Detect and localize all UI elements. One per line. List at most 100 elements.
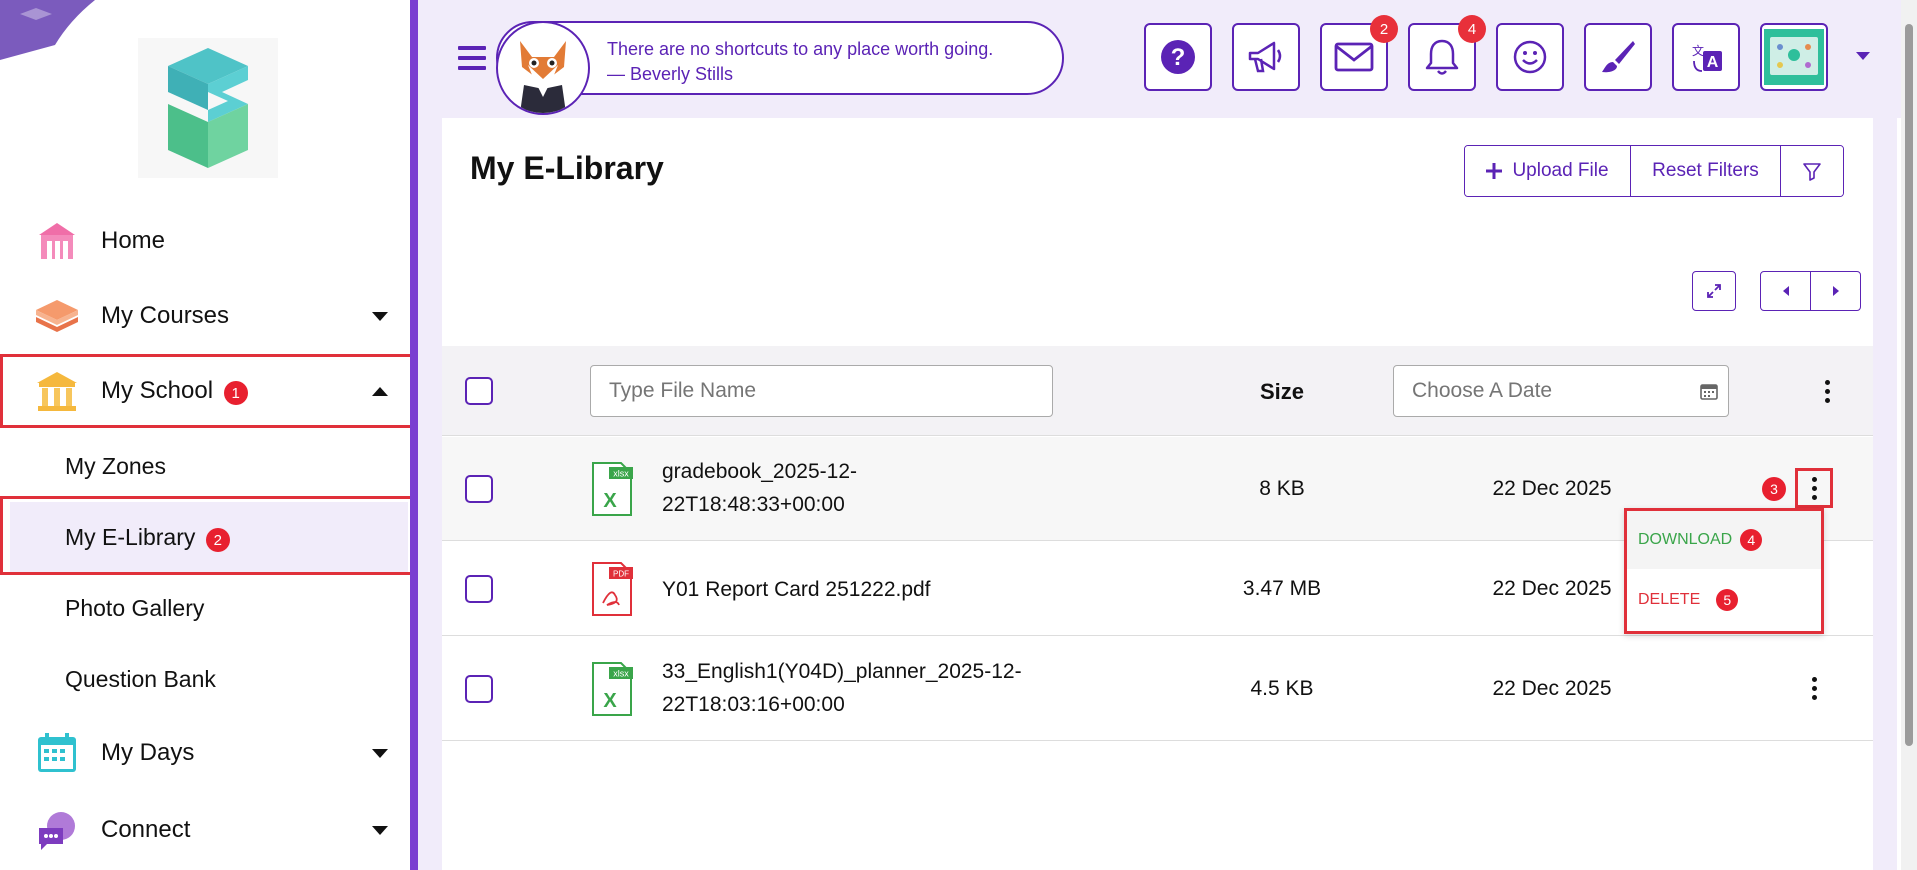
translate-icon: 文A — [1692, 43, 1722, 72]
step-badge: 5 — [1716, 589, 1739, 611]
previous-page-button[interactable] — [1760, 271, 1811, 311]
sidebar-item-photo-gallery[interactable]: Photo Gallery — [10, 572, 408, 644]
download-label: DOWNLOAD — [1638, 531, 1733, 548]
file-name-line: gradebook_2025-12- — [662, 460, 857, 483]
chevron-down-icon — [372, 311, 388, 321]
file-size: 3.47 MB — [1242, 577, 1322, 600]
file-name-line: 22T18:03:16+00:00 — [662, 693, 845, 716]
sidebar-item-my-school[interactable]: My School 1 — [0, 354, 410, 428]
sidebar: Home My Courses My School 1 My Zones My … — [0, 0, 418, 870]
file-name: 33_English1(Y04D)_planner_2025-12- 22T18… — [662, 655, 1022, 721]
svg-text:?: ? — [1171, 44, 1186, 71]
file-name-line: 33_English1(Y04D)_planner_2025-12- — [662, 660, 1022, 683]
sidebar-item-connect[interactable]: Connect — [0, 793, 410, 867]
notifications-button[interactable]: 4 — [1408, 15, 1486, 91]
date-filter — [1393, 365, 1729, 417]
file-date: 22 Dec 2025 — [1492, 677, 1612, 700]
profile-thumbnail-icon — [1764, 29, 1824, 85]
sidebar-item-text: My School — [101, 376, 214, 404]
sidebar-item-label: My Zones — [65, 452, 166, 479]
file-name-line: 22T18:48:33+00:00 — [662, 493, 845, 516]
quote-text: There are no shortcuts to any place wort… — [607, 37, 993, 87]
quote-banner: There are no shortcuts to any place wort… — [496, 21, 1064, 115]
sidebar-item-label: Connect — [101, 816, 191, 843]
top-bar: There are no shortcuts to any place wort… — [418, 0, 1917, 118]
sidebar-item-label: My Days — [101, 739, 195, 766]
svg-text:X: X — [603, 690, 617, 712]
sidebar-item-my-courses[interactable]: My Courses — [0, 279, 410, 353]
e-library-panel: My E-Library Upload File Reset Filters S… — [442, 118, 1873, 870]
file-date: 22 Dec 2025 — [1492, 477, 1612, 500]
sidebar-item-my-days[interactable]: My Days — [0, 716, 410, 790]
profile-dropdown-icon[interactable] — [1856, 52, 1870, 60]
chevron-left-icon — [1782, 286, 1789, 296]
sidebar-item-label: My Courses — [101, 302, 230, 329]
header-more-options-icon[interactable] — [1812, 373, 1842, 409]
next-page-button[interactable] — [1810, 271, 1861, 311]
sidebar-item-label: Home — [101, 227, 166, 254]
upload-file-button[interactable]: Upload File — [1465, 146, 1631, 196]
file-name: gradebook_2025-12- 22T18:48:33+00:00 — [662, 455, 857, 521]
delete-menu-item[interactable]: DELETE 5 — [1627, 571, 1821, 629]
theme-button[interactable] — [1584, 23, 1652, 91]
excel-file-icon: xlsx X — [592, 662, 633, 716]
file-type-label: xlsx — [613, 669, 629, 679]
sidebar-item-my-zones[interactable]: My Zones — [10, 430, 408, 502]
chat-bubbles-icon — [34, 807, 80, 853]
scrollbar-thumb[interactable] — [1905, 24, 1913, 746]
sidebar-item-my-e-library[interactable]: My E-Library 2 — [10, 502, 408, 574]
chevron-down-icon — [372, 748, 388, 758]
fullscreen-button[interactable] — [1692, 271, 1736, 311]
school-building-icon — [34, 218, 80, 264]
sidebar-item-question-bank[interactable]: Question Bank — [10, 643, 408, 715]
action-button-group: Upload File Reset Filters — [1464, 145, 1844, 197]
reset-filters-button[interactable]: Reset Filters — [1631, 146, 1781, 196]
filter-button[interactable] — [1781, 146, 1843, 196]
svg-text:X: X — [603, 490, 617, 512]
calendar-icon[interactable] — [1699, 381, 1719, 401]
download-menu-item[interactable]: DOWNLOAD 4 — [1627, 511, 1821, 569]
table-row[interactable]: xlsx X 33_English1(Y04D)_planner_2025-12… — [442, 637, 1873, 741]
question-circle-icon: ? — [1161, 40, 1195, 74]
row-actions-dropdown: DOWNLOAD 4 DELETE 5 — [1624, 508, 1824, 634]
step-badge: 1 — [223, 381, 248, 406]
school-logo — [138, 38, 278, 178]
language-button[interactable]: 文A — [1672, 23, 1740, 91]
corner-cap-icon — [0, 0, 95, 60]
step-badge: 3 — [1762, 477, 1786, 501]
file-size: 8 KB — [1259, 477, 1305, 500]
date-picker-input[interactable] — [1393, 365, 1729, 417]
file-type-label: PDF — [613, 570, 629, 579]
sidebar-item-home[interactable]: Home — [0, 204, 410, 278]
calendar-icon — [34, 730, 80, 776]
file-name-search-input[interactable] — [590, 365, 1053, 417]
megaphone-icon — [1248, 41, 1282, 73]
row-checkbox[interactable] — [465, 675, 493, 703]
mood-button[interactable] — [1496, 23, 1564, 91]
hamburger-menu-icon[interactable] — [458, 46, 486, 70]
step-badge: 4 — [1740, 529, 1763, 551]
pdf-file-icon: PDF — [592, 562, 633, 616]
row-more-options-icon[interactable] — [1799, 470, 1829, 506]
page-scrollbar[interactable] — [1901, 0, 1917, 870]
books-icon — [34, 293, 80, 339]
row-checkbox[interactable] — [465, 575, 493, 603]
notifications-count-badge: 4 — [1458, 15, 1486, 43]
sidebar-item-label: Question Bank — [65, 665, 216, 692]
file-name: Y01 Report Card 251222.pdf — [662, 578, 931, 601]
table-header: Size — [442, 346, 1873, 436]
profile-button[interactable] — [1760, 23, 1828, 91]
funnel-icon — [1803, 163, 1821, 181]
reset-filters-label: Reset Filters — [1652, 160, 1759, 181]
quote-author: — Beverly Stills — [607, 64, 734, 84]
messages-count-badge: 2 — [1370, 15, 1398, 43]
row-checkbox[interactable] — [465, 475, 493, 503]
svg-text:文: 文 — [1692, 43, 1704, 58]
announcements-button[interactable] — [1232, 23, 1300, 91]
bell-icon — [1425, 39, 1459, 75]
row-more-options-icon[interactable] — [1799, 670, 1829, 706]
select-all-checkbox[interactable] — [465, 377, 493, 405]
help-button[interactable]: ? — [1144, 23, 1212, 91]
logo-icon — [168, 48, 248, 168]
messages-button[interactable]: 2 — [1320, 15, 1398, 91]
